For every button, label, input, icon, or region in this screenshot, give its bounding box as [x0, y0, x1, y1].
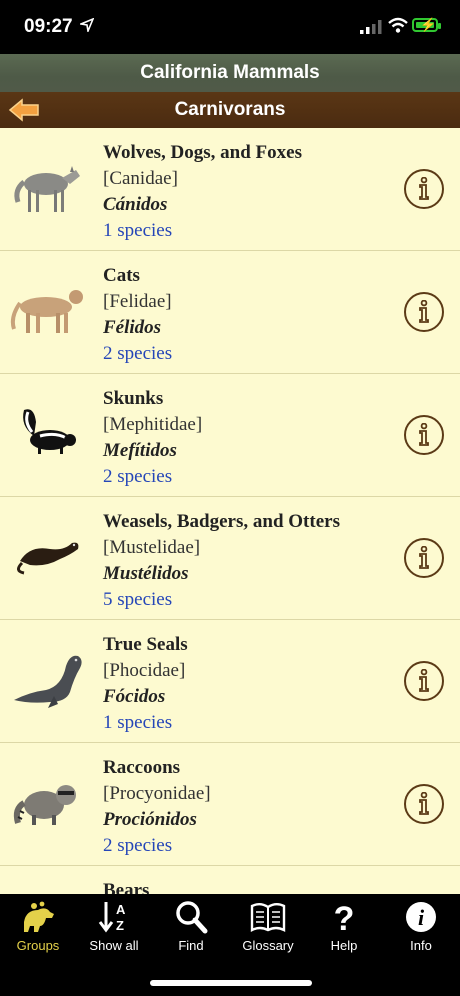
groups-icon — [24, 901, 54, 932]
info-button[interactable] — [404, 169, 444, 209]
svg-text:?: ? — [334, 900, 355, 934]
family-name: [Phocidae] — [103, 660, 186, 681]
clock: 09:27 — [24, 16, 73, 37]
list-item[interactable]: Skunks [Mephitidae] Mefítidos 2 species — [0, 374, 460, 497]
tab-show-all[interactable]: AZ Show all — [76, 894, 152, 954]
home-indicator-area — [0, 954, 460, 996]
info-button[interactable] — [404, 415, 444, 455]
list-item[interactable]: Wolves, Dogs, and Foxes [Canidae] Cánido… — [0, 128, 460, 251]
species-count: 2 species — [103, 466, 173, 487]
tab-find[interactable]: Find — [153, 894, 229, 954]
home-indicator[interactable] — [150, 980, 312, 986]
list-item[interactable]: Raccoons [Procyonidae] Prociónidos 2 spe… — [0, 743, 460, 866]
group-name: Weasels, Badgers, and Otters — [103, 511, 340, 532]
skunk-image — [23, 409, 76, 454]
info-i-icon — [419, 669, 429, 692]
status-bar: 09:27 ⚡ — [0, 0, 460, 54]
app-title: California Mammals — [140, 62, 320, 83]
tab-groups[interactable]: Groups — [0, 894, 76, 954]
spanish-name: Mefítidos — [103, 440, 177, 461]
back-arrow-icon[interactable] — [8, 98, 40, 122]
weasel-image — [17, 542, 79, 575]
list-item[interactable]: Cats [Felidae] Félidos 2 species — [0, 251, 460, 374]
tab-label: Groups — [16, 938, 60, 953]
svg-text:A: A — [116, 902, 126, 917]
species-count: 2 species — [103, 343, 173, 364]
info-i-icon — [419, 423, 429, 446]
group-name: True Seals — [103, 634, 188, 655]
spanish-name: Fócidos — [103, 686, 166, 707]
family-name: [Canidae] — [103, 168, 178, 189]
group-text: Raccoons [Procyonidae] Prociónidos 2 spe… — [103, 755, 211, 859]
info-i-icon — [419, 177, 429, 200]
help-icon: ? — [334, 900, 355, 934]
group-text: Weasels, Badgers, and Otters [Mustelidae… — [103, 509, 340, 613]
info-icon: i — [406, 902, 436, 932]
spanish-name: Mustélidos — [103, 563, 189, 584]
tab-info[interactable]: i Info — [383, 894, 459, 954]
section-title: Carnivorans — [174, 99, 286, 120]
group-list[interactable]: Wolves, Dogs, and Foxes [Canidae] Cánido… — [0, 128, 460, 894]
group-name: Cats — [103, 265, 140, 286]
search-icon — [176, 901, 208, 934]
family-name: [Mephitidae] — [103, 414, 203, 435]
info-i-icon — [419, 792, 429, 815]
location-arrow-icon — [80, 18, 94, 32]
tab-glossary[interactable]: Glossary — [230, 894, 306, 954]
cougar-image — [10, 290, 83, 333]
species-count: 1 species — [103, 712, 173, 733]
raccoon-image — [13, 785, 76, 825]
app-title-bar: California Mammals — [0, 54, 460, 92]
battery-charging-icon: ⚡ — [412, 17, 441, 32]
tab-label: Show all — [89, 938, 139, 953]
group-text: True Seals [Phocidae] Fócidos 1 species — [103, 632, 188, 736]
family-name: [Mustelidae] — [103, 537, 201, 558]
group-name: Wolves, Dogs, and Foxes — [103, 142, 302, 163]
info-button[interactable] — [404, 661, 444, 701]
cellular-signal-icon — [360, 20, 382, 34]
tab-label: Glossary — [242, 938, 294, 953]
info-button[interactable] — [404, 538, 444, 578]
info-button[interactable] — [404, 292, 444, 332]
spanish-name: Prociónidos — [103, 809, 197, 830]
tab-label: Find — [178, 938, 204, 953]
svg-text:i: i — [418, 905, 425, 930]
info-i-icon — [419, 546, 429, 569]
seal-image — [14, 655, 82, 708]
group-name: Bears — [103, 880, 150, 894]
group-text: Wolves, Dogs, and Foxes [Canidae] Cánido… — [103, 140, 302, 244]
species-count: 2 species — [103, 835, 173, 856]
group-text: Bears — [103, 878, 149, 894]
family-name: [Felidae] — [103, 291, 172, 312]
wifi-icon — [388, 17, 408, 33]
list-item[interactable]: True Seals [Phocidae] Fócidos 1 species — [0, 620, 460, 743]
tab-help[interactable]: ? Help — [306, 894, 382, 954]
tab-label: Info — [410, 938, 432, 953]
wolf-image — [14, 166, 80, 212]
family-name: [Procyonidae] — [103, 783, 211, 804]
book-icon — [250, 903, 286, 932]
tab-bar: Groups AZ Show all Find Glossary ? Help … — [0, 894, 460, 954]
list-item[interactable]: Weasels, Badgers, and Otters [Mustelidae… — [0, 497, 460, 620]
spanish-name: Cánidos — [103, 194, 168, 215]
group-text: Cats [Felidae] Félidos 2 species — [103, 263, 172, 367]
group-name: Raccoons — [103, 757, 181, 778]
group-text: Skunks [Mephitidae] Mefítidos 2 species — [103, 386, 202, 490]
species-count: 5 species — [103, 589, 173, 610]
svg-text:Z: Z — [116, 918, 124, 933]
group-name: Skunks — [103, 388, 164, 409]
tab-label: Help — [330, 938, 358, 953]
info-button[interactable] — [404, 784, 444, 824]
spanish-name: Félidos — [103, 317, 162, 338]
list-item[interactable]: Bears — [0, 866, 460, 894]
section-header: Carnivorans — [0, 92, 460, 128]
sort-az-icon: AZ — [98, 902, 126, 933]
species-count: 1 species — [103, 220, 173, 241]
info-i-icon — [419, 300, 429, 323]
